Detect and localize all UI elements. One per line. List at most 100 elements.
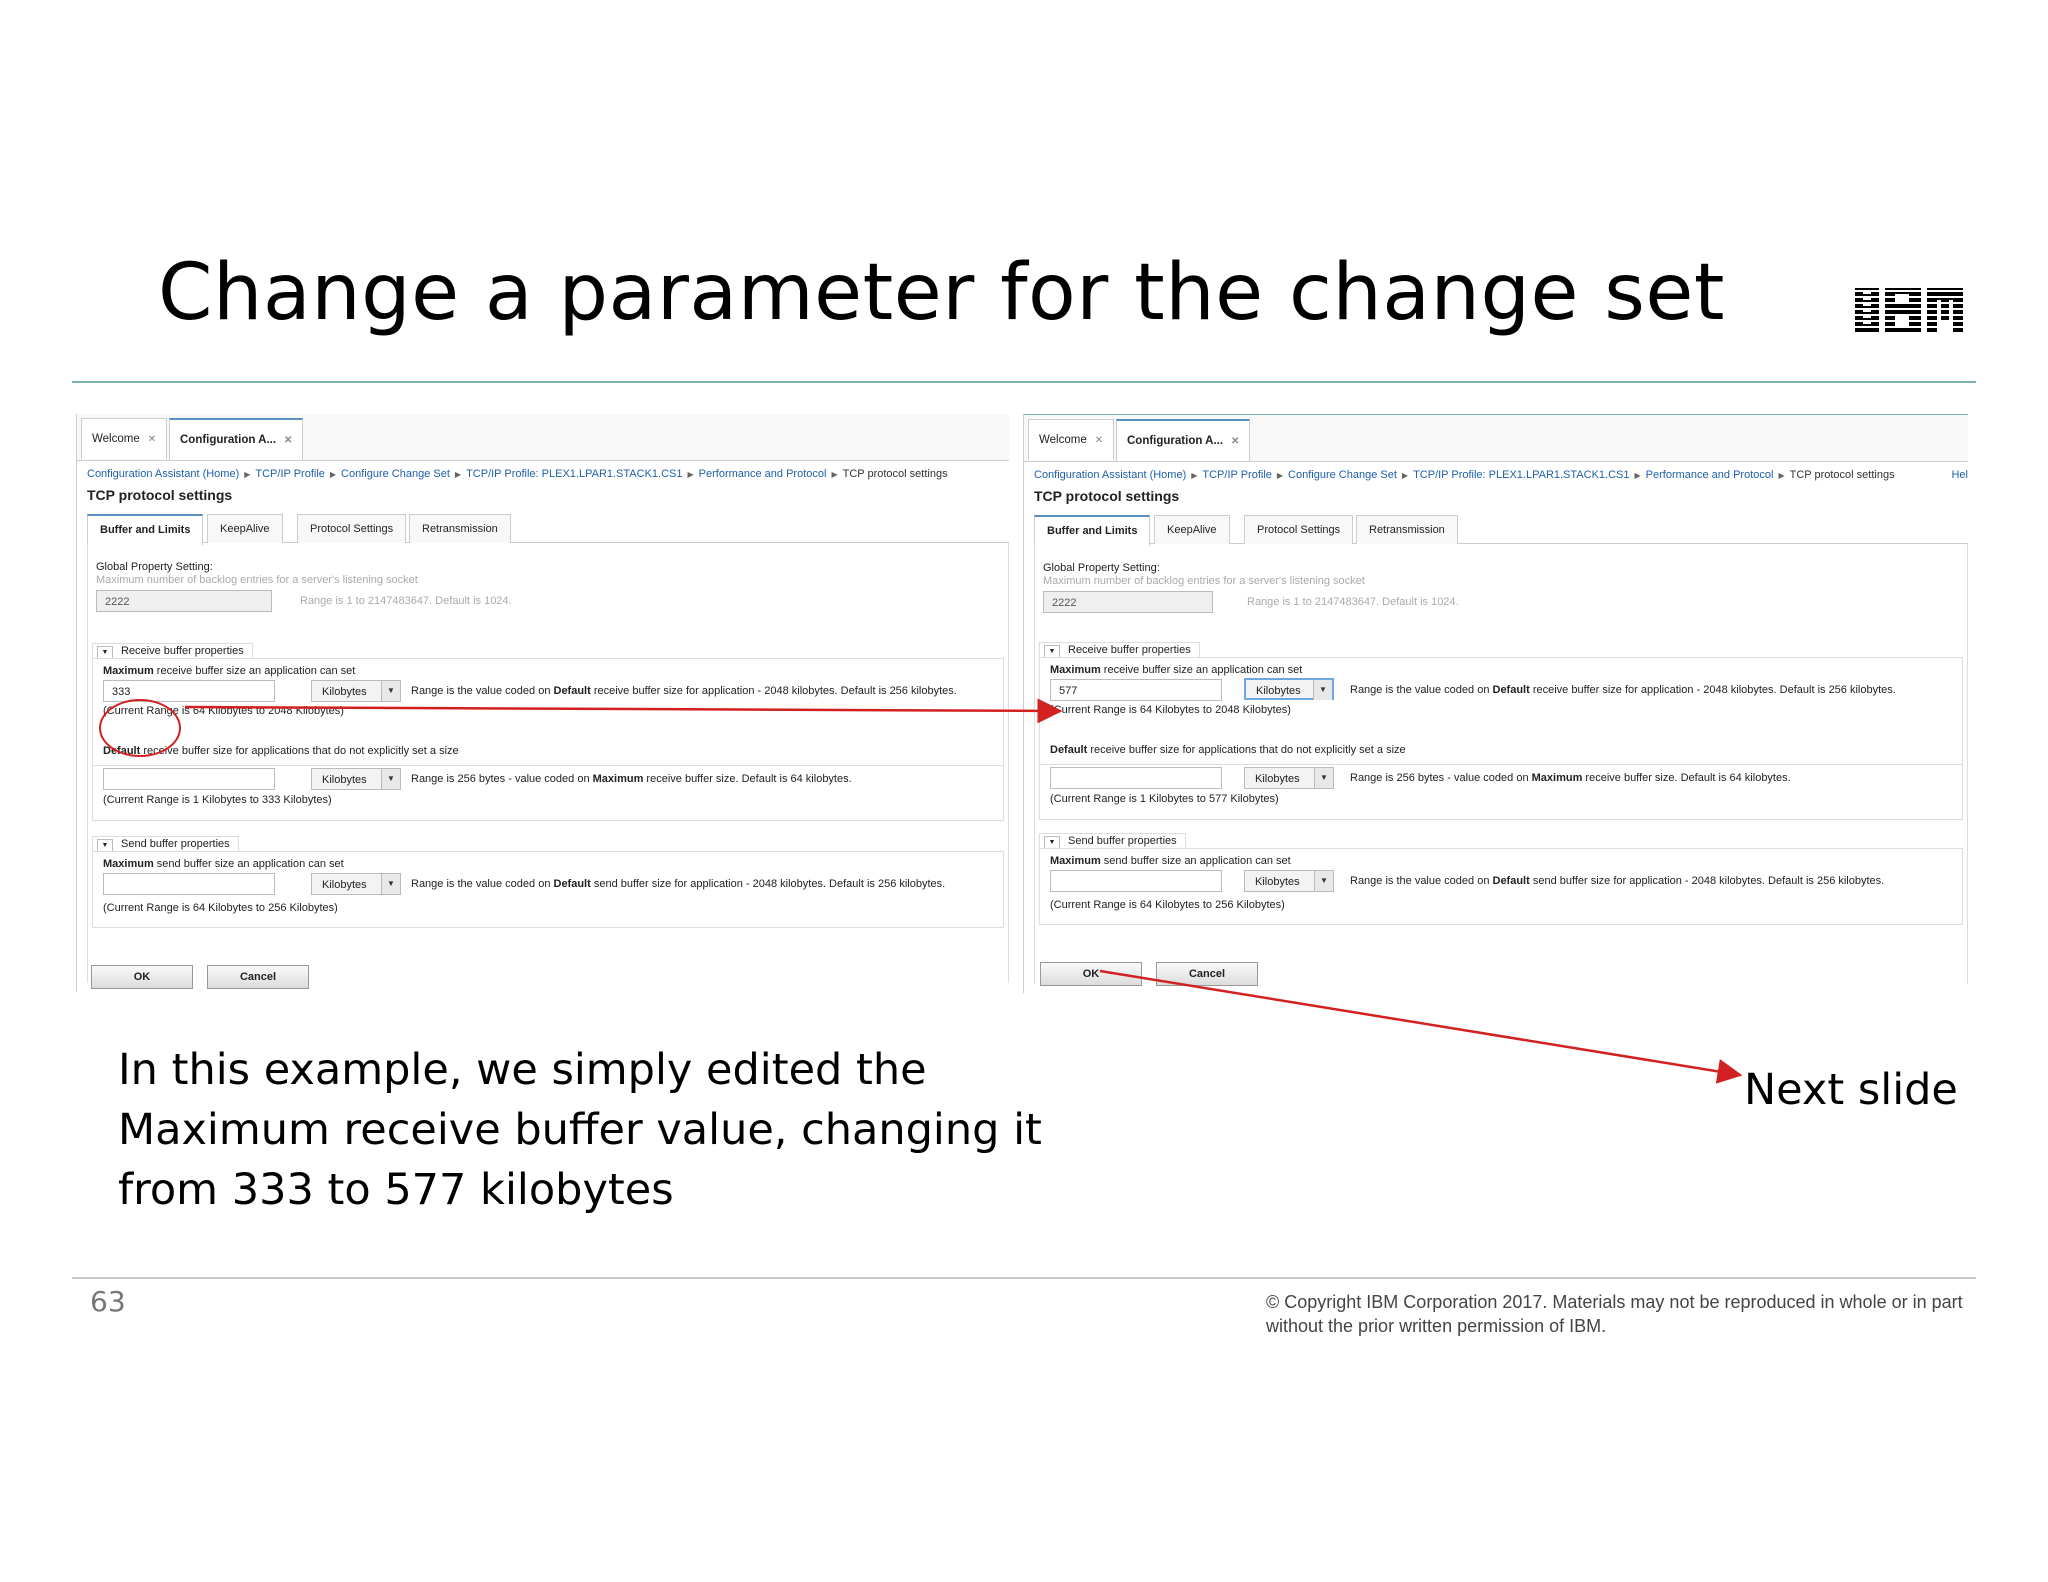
- tab-buffer-and-limits[interactable]: Buffer and Limits: [1034, 515, 1151, 546]
- default-receive-unit-select[interactable]: Kilobytes ▼: [311, 768, 401, 790]
- tab-protocol-settings[interactable]: Protocol Settings: [297, 514, 407, 543]
- max-receive-label-text: receive buffer size an application can s…: [1100, 664, 1303, 676]
- max-receive-unit-value: Kilobytes: [1256, 685, 1301, 697]
- send-buffer-section[interactable]: ▼ Send buffer properties: [1039, 833, 1186, 849]
- close-icon[interactable]: ✕: [1231, 436, 1239, 447]
- range-bold: Maximum: [592, 773, 644, 785]
- max-receive-unit-select[interactable]: Kilobytes ▼: [311, 680, 401, 702]
- chevron-right-icon: ▶: [1401, 471, 1409, 480]
- chevron-right-icon: ▶: [1276, 471, 1284, 480]
- breadcrumb-home[interactable]: Configuration Assistant (Home): [87, 468, 239, 480]
- max-receive-label-bold: Maximum: [1050, 664, 1101, 676]
- tab-configuration-label: Configuration A...: [1127, 435, 1224, 447]
- send-section-label: Send buffer properties: [121, 838, 230, 850]
- tab-welcome[interactable]: Welcome ✕: [81, 418, 168, 459]
- range-text: receive buffer size for application - 20…: [1529, 684, 1896, 696]
- breadcrumb-profile-name[interactable]: TCP/IP Profile: PLEX1.LPAR1.STACK1.CS1: [466, 468, 682, 480]
- tab-welcome[interactable]: Welcome ✕: [1028, 419, 1115, 460]
- tab-configuration-assistant[interactable]: Configuration A... ✕: [1116, 419, 1251, 461]
- close-icon[interactable]: ✕: [284, 435, 292, 446]
- max-send-unit-select[interactable]: Kilobytes ▼: [1244, 870, 1334, 892]
- tab-welcome-label: Welcome: [92, 433, 140, 445]
- range-text: Range is the value coded on: [411, 878, 554, 890]
- breadcrumb-performance[interactable]: Performance and Protocol: [1646, 469, 1774, 481]
- chevron-down-icon[interactable]: ▼: [381, 681, 400, 701]
- default-receive-input[interactable]: [1050, 767, 1222, 789]
- max-receive-unit-select[interactable]: Kilobytes ▼: [1244, 678, 1334, 700]
- copyright-notice: © Copyright IBM Corporation 2017. Materi…: [1266, 1292, 1963, 1336]
- backlog-field: 2222: [1043, 591, 1213, 613]
- close-icon[interactable]: ✕: [148, 434, 156, 445]
- breadcrumb-tcpip-profile[interactable]: TCP/IP Profile: [255, 468, 325, 480]
- tab-configuration-assistant[interactable]: Configuration A... ✕: [169, 418, 304, 460]
- receive-buffer-section[interactable]: ▼ Receive buffer properties: [92, 643, 253, 659]
- range-bold: Default: [1492, 684, 1530, 696]
- chevron-down-icon[interactable]: ▼: [1313, 680, 1332, 700]
- max-receive-unit-value: Kilobytes: [322, 686, 367, 698]
- chevron-right-icon: ▶: [329, 470, 337, 479]
- default-receive-group: Kilobytes ▼ Range is 256 bytes - value co…: [1039, 763, 1963, 820]
- max-receive-range: Range is the value coded on Default rece…: [1350, 684, 1896, 696]
- default-receive-current-range: (Current Range is 1 Kilobytes to 333 Kil…: [103, 794, 332, 806]
- max-send-unit-select[interactable]: Kilobytes ▼: [311, 873, 401, 895]
- settings-tabs: Buffer and Limits KeepAlive Protocol Set…: [87, 512, 1009, 545]
- range-text: receive buffer size. Default is 64 kilob…: [643, 773, 852, 785]
- tab-buffer-and-limits[interactable]: Buffer and Limits: [87, 514, 204, 545]
- chevron-down-icon[interactable]: ▼: [381, 769, 400, 789]
- chevron-right-icon: ▶: [454, 470, 462, 479]
- breadcrumb-tcpip-profile[interactable]: TCP/IP Profile: [1202, 469, 1272, 481]
- global-property-label: Global Property Setting:: [1043, 562, 1160, 574]
- buffer-limits-pane: Global Property Setting: Maximum number …: [1034, 544, 1968, 984]
- tab-keepalive[interactable]: KeepAlive: [207, 514, 283, 543]
- max-send-input[interactable]: [103, 873, 275, 895]
- chevron-right-icon: ▶: [1191, 471, 1198, 480]
- send-section-label: Send buffer properties: [1068, 835, 1177, 847]
- backlog-description: Maximum number of backlog entries for a …: [96, 574, 418, 586]
- default-receive-unit-value: Kilobytes: [1255, 773, 1300, 785]
- breadcrumb-performance[interactable]: Performance and Protocol: [699, 468, 827, 480]
- receive-buffer-group: Maximum receive buffer size an applicati…: [92, 658, 1004, 766]
- ok-button[interactable]: OK: [91, 965, 193, 989]
- settings-tabs: Buffer and Limits KeepAlive Protocol Set…: [1034, 513, 1968, 546]
- chevron-down-icon[interactable]: ▼: [1314, 768, 1333, 788]
- max-receive-input[interactable]: 333: [103, 680, 275, 702]
- close-icon[interactable]: ✕: [1095, 435, 1103, 446]
- max-receive-range: Range is the value coded on Default rece…: [411, 685, 957, 697]
- default-receive-range: Range is 256 bytes - value coded on Maxi…: [411, 773, 852, 785]
- range-text: Range is 256 bytes - value coded on: [411, 773, 593, 785]
- max-send-label-text: send buffer size an application can set: [153, 858, 344, 870]
- send-buffer-section[interactable]: ▼ Send buffer properties: [92, 836, 239, 852]
- breadcrumb-profile-name[interactable]: TCP/IP Profile: PLEX1.LPAR1.STACK1.CS1: [1413, 469, 1629, 481]
- chevron-right-icon: ▶: [1778, 471, 1785, 480]
- tab-keepalive[interactable]: KeepAlive: [1154, 515, 1230, 544]
- footer-divider: [72, 1277, 1976, 1279]
- cancel-button[interactable]: Cancel: [207, 965, 309, 989]
- chevron-down-icon[interactable]: ▼: [381, 874, 400, 894]
- cancel-button[interactable]: Cancel: [1156, 962, 1258, 986]
- tab-retransmission[interactable]: Retransmission: [409, 514, 511, 543]
- max-receive-label: Maximum receive buffer size an applicati…: [103, 665, 355, 677]
- tab-retransmission[interactable]: Retransmission: [1356, 515, 1458, 544]
- receive-section-label: Receive buffer properties: [121, 645, 244, 657]
- max-receive-input[interactable]: 577: [1050, 679, 1222, 701]
- range-bold: Default: [553, 878, 591, 890]
- breadcrumb-change-set[interactable]: Configure Change Set: [1288, 469, 1397, 481]
- chevron-right-icon: ▶: [1634, 471, 1641, 480]
- default-receive-label: Default receive buffer size for applicat…: [1050, 744, 1406, 756]
- backlog-description: Maximum number of backlog entries for a …: [1043, 575, 1365, 587]
- tab-welcome-label: Welcome: [1039, 434, 1087, 446]
- breadcrumb-change-set[interactable]: Configure Change Set: [341, 468, 450, 480]
- default-receive-unit-select[interactable]: Kilobytes ▼: [1244, 767, 1334, 789]
- chevron-down-icon[interactable]: ▼: [1314, 871, 1333, 891]
- tab-protocol-settings[interactable]: Protocol Settings: [1244, 515, 1354, 544]
- page-title: TCP protocol settings: [87, 487, 233, 503]
- buffer-limits-pane: Global Property Setting: Maximum number …: [87, 543, 1009, 983]
- default-receive-input[interactable]: [103, 768, 275, 790]
- global-property-label: Global Property Setting:: [96, 561, 213, 573]
- ok-button[interactable]: OK: [1040, 962, 1142, 986]
- receive-buffer-section[interactable]: ▼ Receive buffer properties: [1039, 642, 1200, 658]
- help-link[interactable]: Hel: [1951, 469, 1968, 481]
- max-send-input[interactable]: [1050, 870, 1222, 892]
- breadcrumb-home[interactable]: Configuration Assistant (Home): [1034, 469, 1186, 481]
- range-bold: Default: [1492, 875, 1530, 887]
